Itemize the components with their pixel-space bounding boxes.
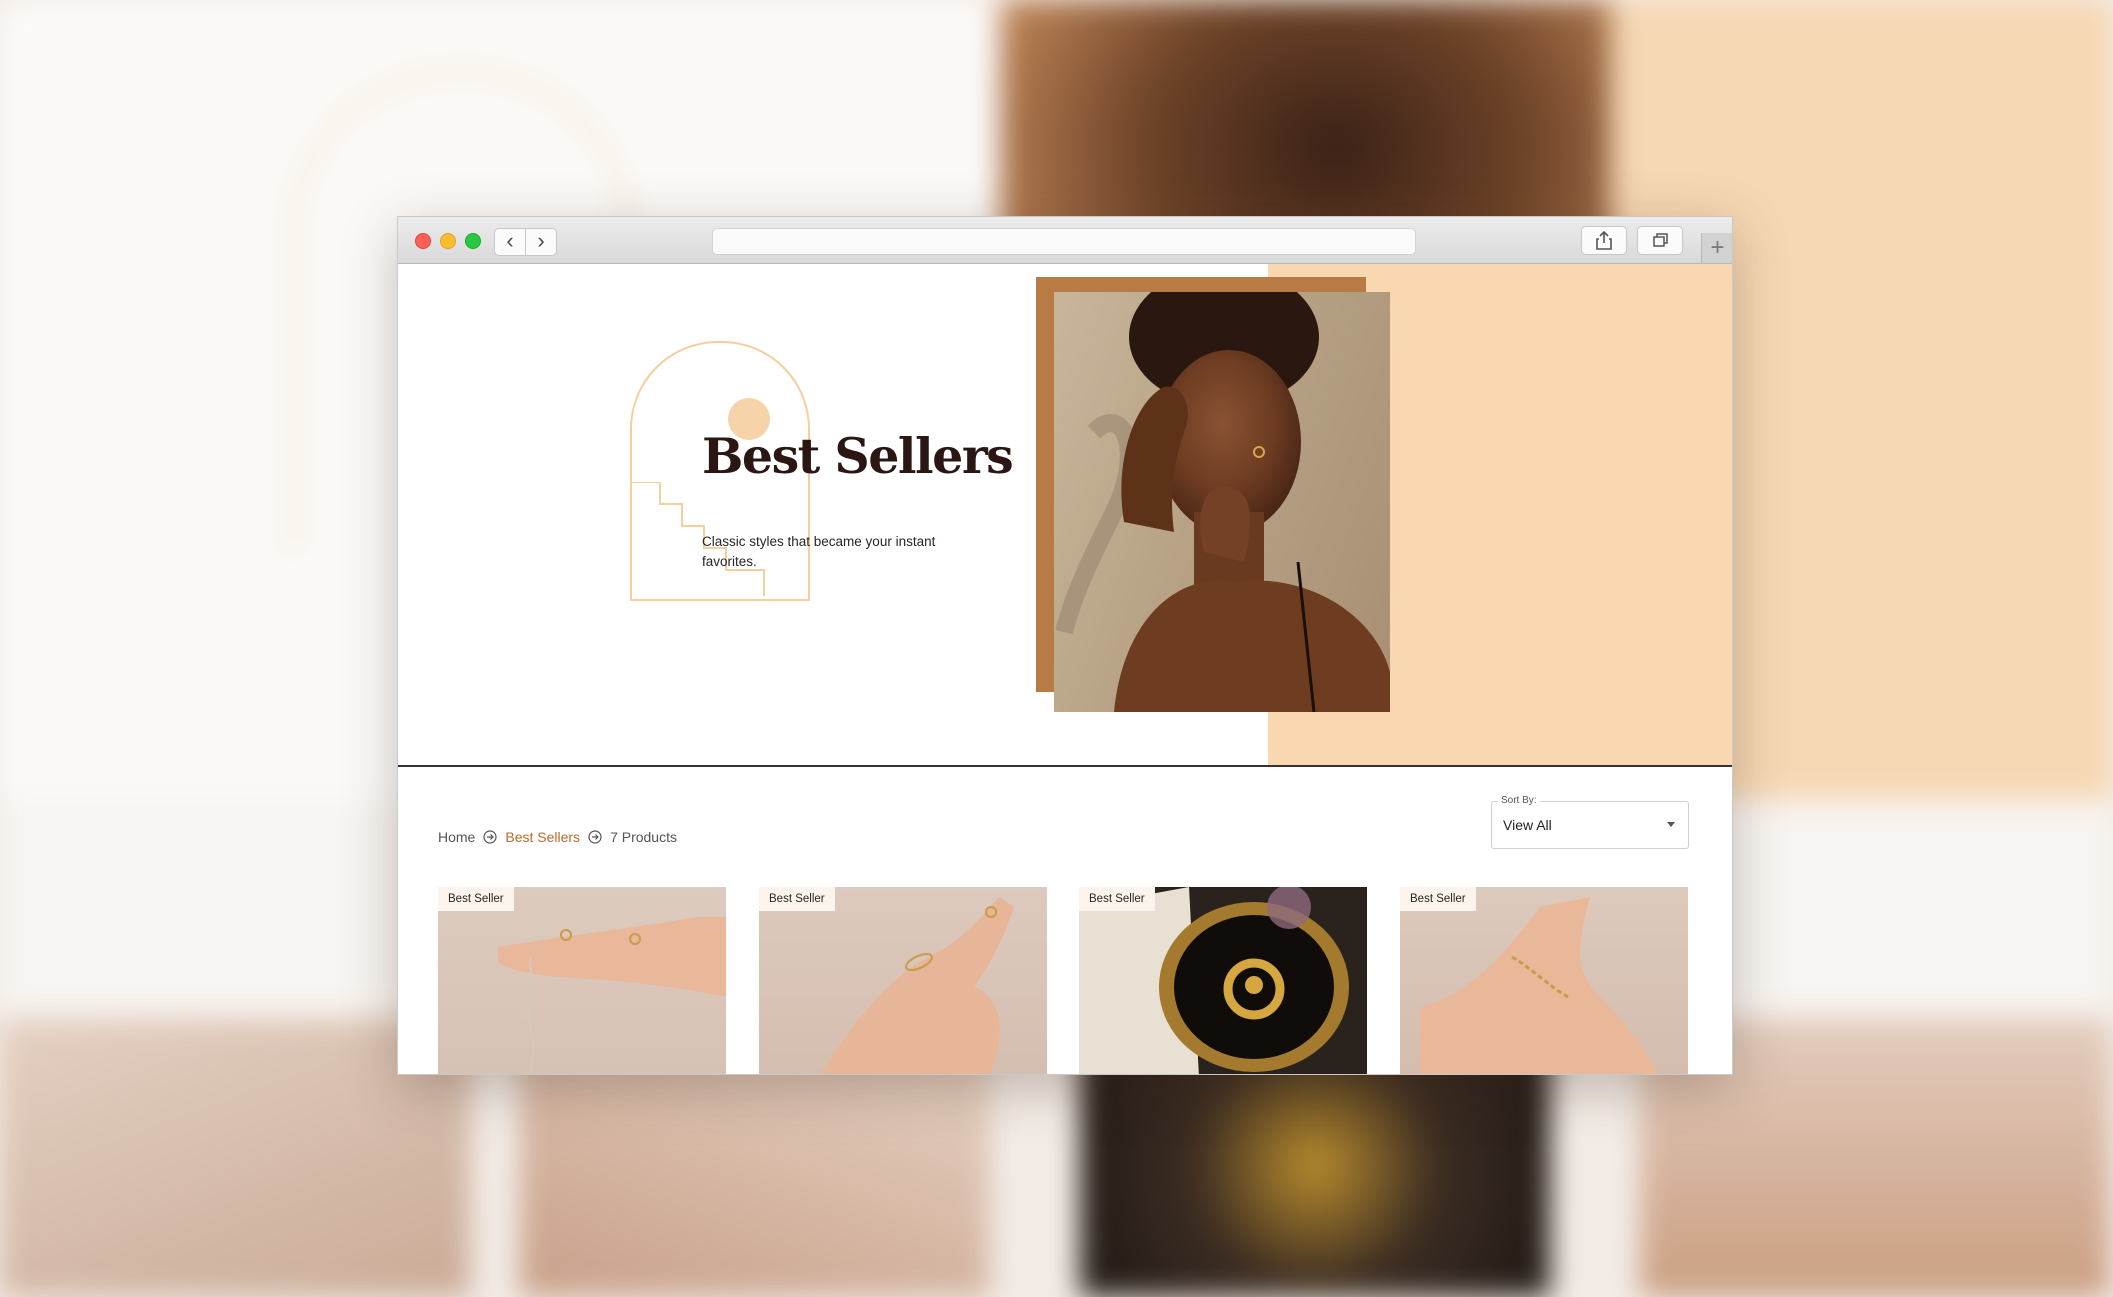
arrow-right-circle-icon <box>588 830 602 844</box>
caret-down-icon <box>1667 822 1675 827</box>
browser-window: ‹ › + Best Sellers Classic styles that b… <box>397 216 1733 1075</box>
page-title: Best Sellers <box>702 427 1014 485</box>
breadcrumb-best-sellers[interactable]: Best Sellers <box>505 829 580 845</box>
close-window-button[interactable] <box>415 233 431 249</box>
plus-icon: + <box>1710 234 1725 261</box>
chevron-right-icon: › <box>537 228 545 253</box>
breadcrumb: Home Best Sellers 7 Products <box>438 829 677 845</box>
tabs-icon <box>1653 233 1668 247</box>
product-card[interactable]: Best Seller <box>1079 887 1367 1074</box>
product-card[interactable]: Best Seller <box>438 887 726 1074</box>
browser-toolbar: ‹ › + <box>398 217 1732 264</box>
product-card[interactable]: Best Seller <box>1400 887 1688 1074</box>
hero-section: Best Sellers Classic styles that became … <box>398 264 1732 765</box>
sort-label: Sort By: <box>1498 795 1540 806</box>
best-seller-badge: Best Seller <box>1079 887 1155 911</box>
new-tab-button[interactable]: + <box>1701 233 1732 263</box>
chevron-left-icon: ‹ <box>506 228 514 253</box>
best-seller-badge: Best Seller <box>759 887 835 911</box>
product-card[interactable]: Best Seller <box>759 887 1047 1074</box>
product-image <box>1420 897 1659 1074</box>
product-count: 7 Products <box>610 829 677 845</box>
product-image <box>820 897 1014 1074</box>
sort-value: View All <box>1503 817 1552 833</box>
minimize-window-button[interactable] <box>440 233 456 249</box>
section-divider <box>398 765 1732 767</box>
arrow-right-circle-icon <box>483 830 497 844</box>
forward-button[interactable]: › <box>525 228 557 256</box>
best-seller-badge: Best Seller <box>438 887 514 911</box>
sort-select[interactable]: Sort By: View All <box>1491 795 1689 849</box>
product-image <box>498 917 726 1074</box>
product-image <box>1079 887 1349 1074</box>
zoom-window-button[interactable] <box>465 233 481 249</box>
back-button[interactable]: ‹ <box>494 228 526 256</box>
share-button[interactable] <box>1581 226 1627 255</box>
best-seller-badge: Best Seller <box>1400 887 1476 911</box>
show-tabs-button[interactable] <box>1637 226 1683 255</box>
page-subtitle: Classic styles that became your instant … <box>702 534 936 569</box>
breadcrumb-home[interactable]: Home <box>438 829 475 845</box>
share-icon <box>1596 230 1612 250</box>
hero-model-photo <box>1054 292 1390 712</box>
address-bar[interactable] <box>712 228 1416 255</box>
